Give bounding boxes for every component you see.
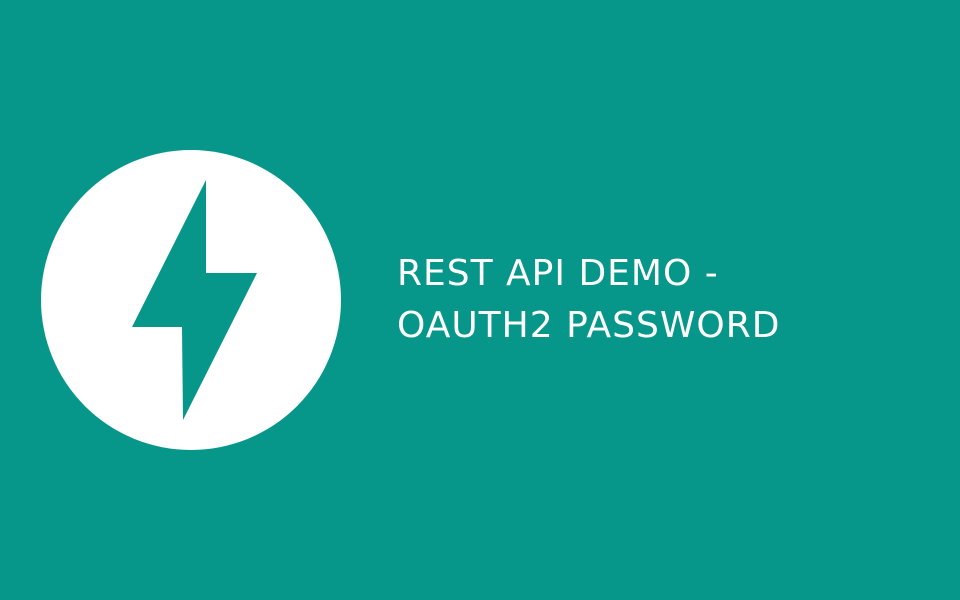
banner: REST API DEMO - OAUTH2 PASSWORD — [0, 0, 960, 600]
title-line-1: REST API DEMO - — [397, 253, 719, 294]
title-line-2: OAUTH2 PASSWORD — [397, 305, 781, 346]
page-title: REST API DEMO - OAUTH2 PASSWORD — [397, 248, 937, 352]
lightning-bolt-icon — [41, 150, 341, 450]
fastapi-logo — [41, 150, 341, 450]
